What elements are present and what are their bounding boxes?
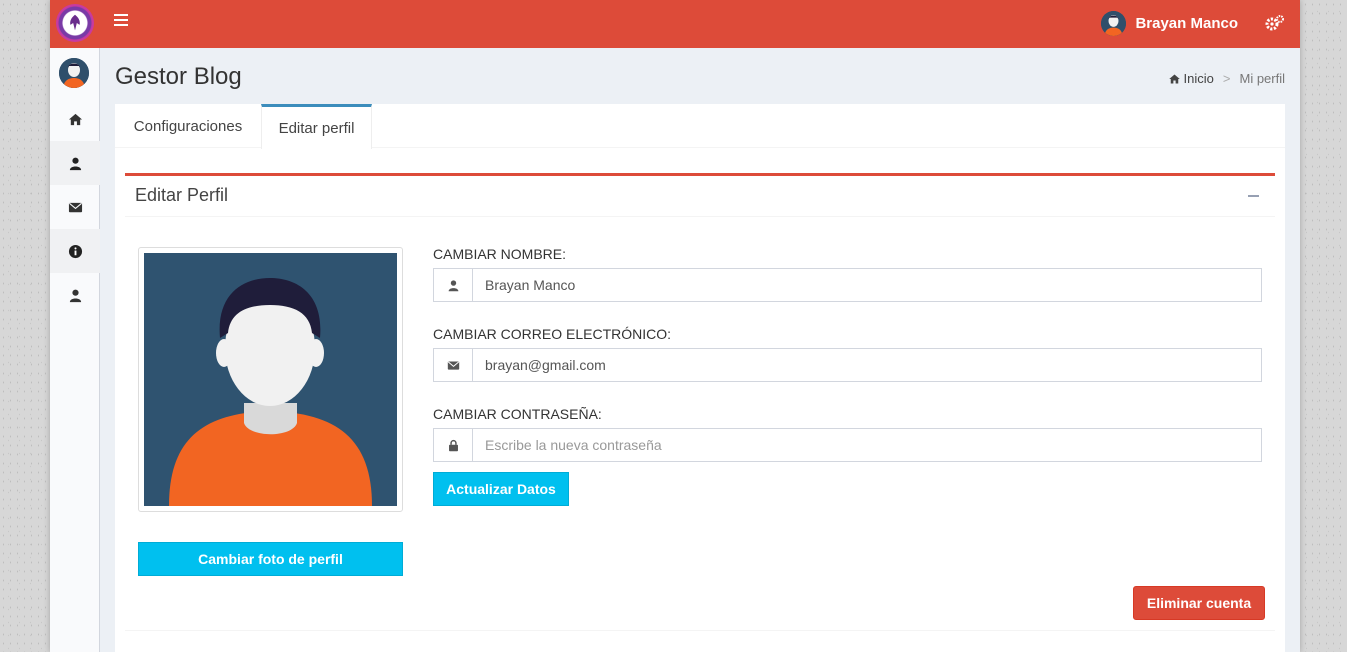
delete-account-button[interactable]: Eliminar cuenta <box>1133 586 1265 620</box>
breadcrumb-separator: > <box>1222 71 1231 86</box>
menu-toggle-icon[interactable] <box>114 14 128 26</box>
password-input-group <box>433 428 1262 462</box>
collapse-minus-icon[interactable] <box>1248 195 1259 197</box>
user-name: Brayan Manco <box>1135 15 1238 32</box>
name-label: CAMBIAR NOMBRE: <box>433 246 567 262</box>
sidebar-item-profile[interactable] <box>50 141 100 185</box>
page-title: Gestor Blog <box>115 63 242 90</box>
profile-photo <box>138 247 403 512</box>
envelope-icon <box>447 360 459 370</box>
sidebar-item-messages[interactable] <box>50 185 100 229</box>
name-input-group <box>433 268 1262 302</box>
profile-avatar-image <box>144 253 397 506</box>
sidebar-item-users[interactable] <box>50 273 100 317</box>
home-icon <box>1168 74 1180 83</box>
email-input-group <box>433 348 1262 382</box>
avatar <box>1101 11 1127 36</box>
user-icon <box>448 279 458 291</box>
tabs-container: Configuraciones Editar perfil Editar Per… <box>115 104 1285 652</box>
edit-profile-panel: Editar Perfil Cambiar foto de perfil CAM… <box>125 173 1275 652</box>
password-label: CAMBIAR CONTRASEÑA: <box>433 406 602 422</box>
sidebar <box>50 48 100 652</box>
phoenix-logo-icon <box>70 14 80 31</box>
tabs-nav: Configuraciones Editar perfil <box>115 104 1285 149</box>
panel-header: Editar Perfil <box>125 176 1275 217</box>
sidebar-avatar[interactable] <box>59 58 89 88</box>
user-icon <box>69 157 81 170</box>
change-photo-button[interactable]: Cambiar foto de perfil <box>138 542 403 576</box>
home-icon <box>68 113 82 125</box>
update-data-button[interactable]: Actualizar Datos <box>433 472 569 506</box>
sidebar-item-info[interactable] <box>50 229 100 273</box>
password-field[interactable] <box>473 429 1261 461</box>
name-addon <box>434 269 473 301</box>
password-addon <box>434 429 473 461</box>
info-icon <box>68 244 82 258</box>
lock-icon <box>448 439 458 451</box>
breadcrumb: Inicio > Mi perfil <box>1168 71 1285 86</box>
panel-divider <box>125 630 1275 631</box>
name-field[interactable] <box>473 269 1261 301</box>
panel-title: Editar Perfil <box>135 185 229 205</box>
user-icon <box>69 289 81 302</box>
app-window: Brayan Manco Gestor Blog Inicio > Mi per… <box>50 0 1300 652</box>
settings-gears-icon[interactable] <box>1265 13 1285 33</box>
top-navbar: Brayan Manco <box>50 0 1300 48</box>
tab-editar-perfil[interactable]: Editar perfil <box>261 104 372 149</box>
user-menu[interactable]: Brayan Manco <box>1101 11 1238 36</box>
sidebar-item-home[interactable] <box>50 97 100 141</box>
email-label: CAMBIAR CORREO ELECTRÓNICO: <box>433 326 672 342</box>
breadcrumb-home-link[interactable]: Inicio <box>1184 71 1214 86</box>
app-logo[interactable] <box>56 4 94 42</box>
email-addon <box>434 349 473 381</box>
breadcrumb-current: Mi perfil <box>1239 71 1285 86</box>
email-field[interactable] <box>473 349 1261 381</box>
tab-configuraciones[interactable]: Configuraciones <box>115 104 261 148</box>
envelope-icon <box>68 202 82 212</box>
